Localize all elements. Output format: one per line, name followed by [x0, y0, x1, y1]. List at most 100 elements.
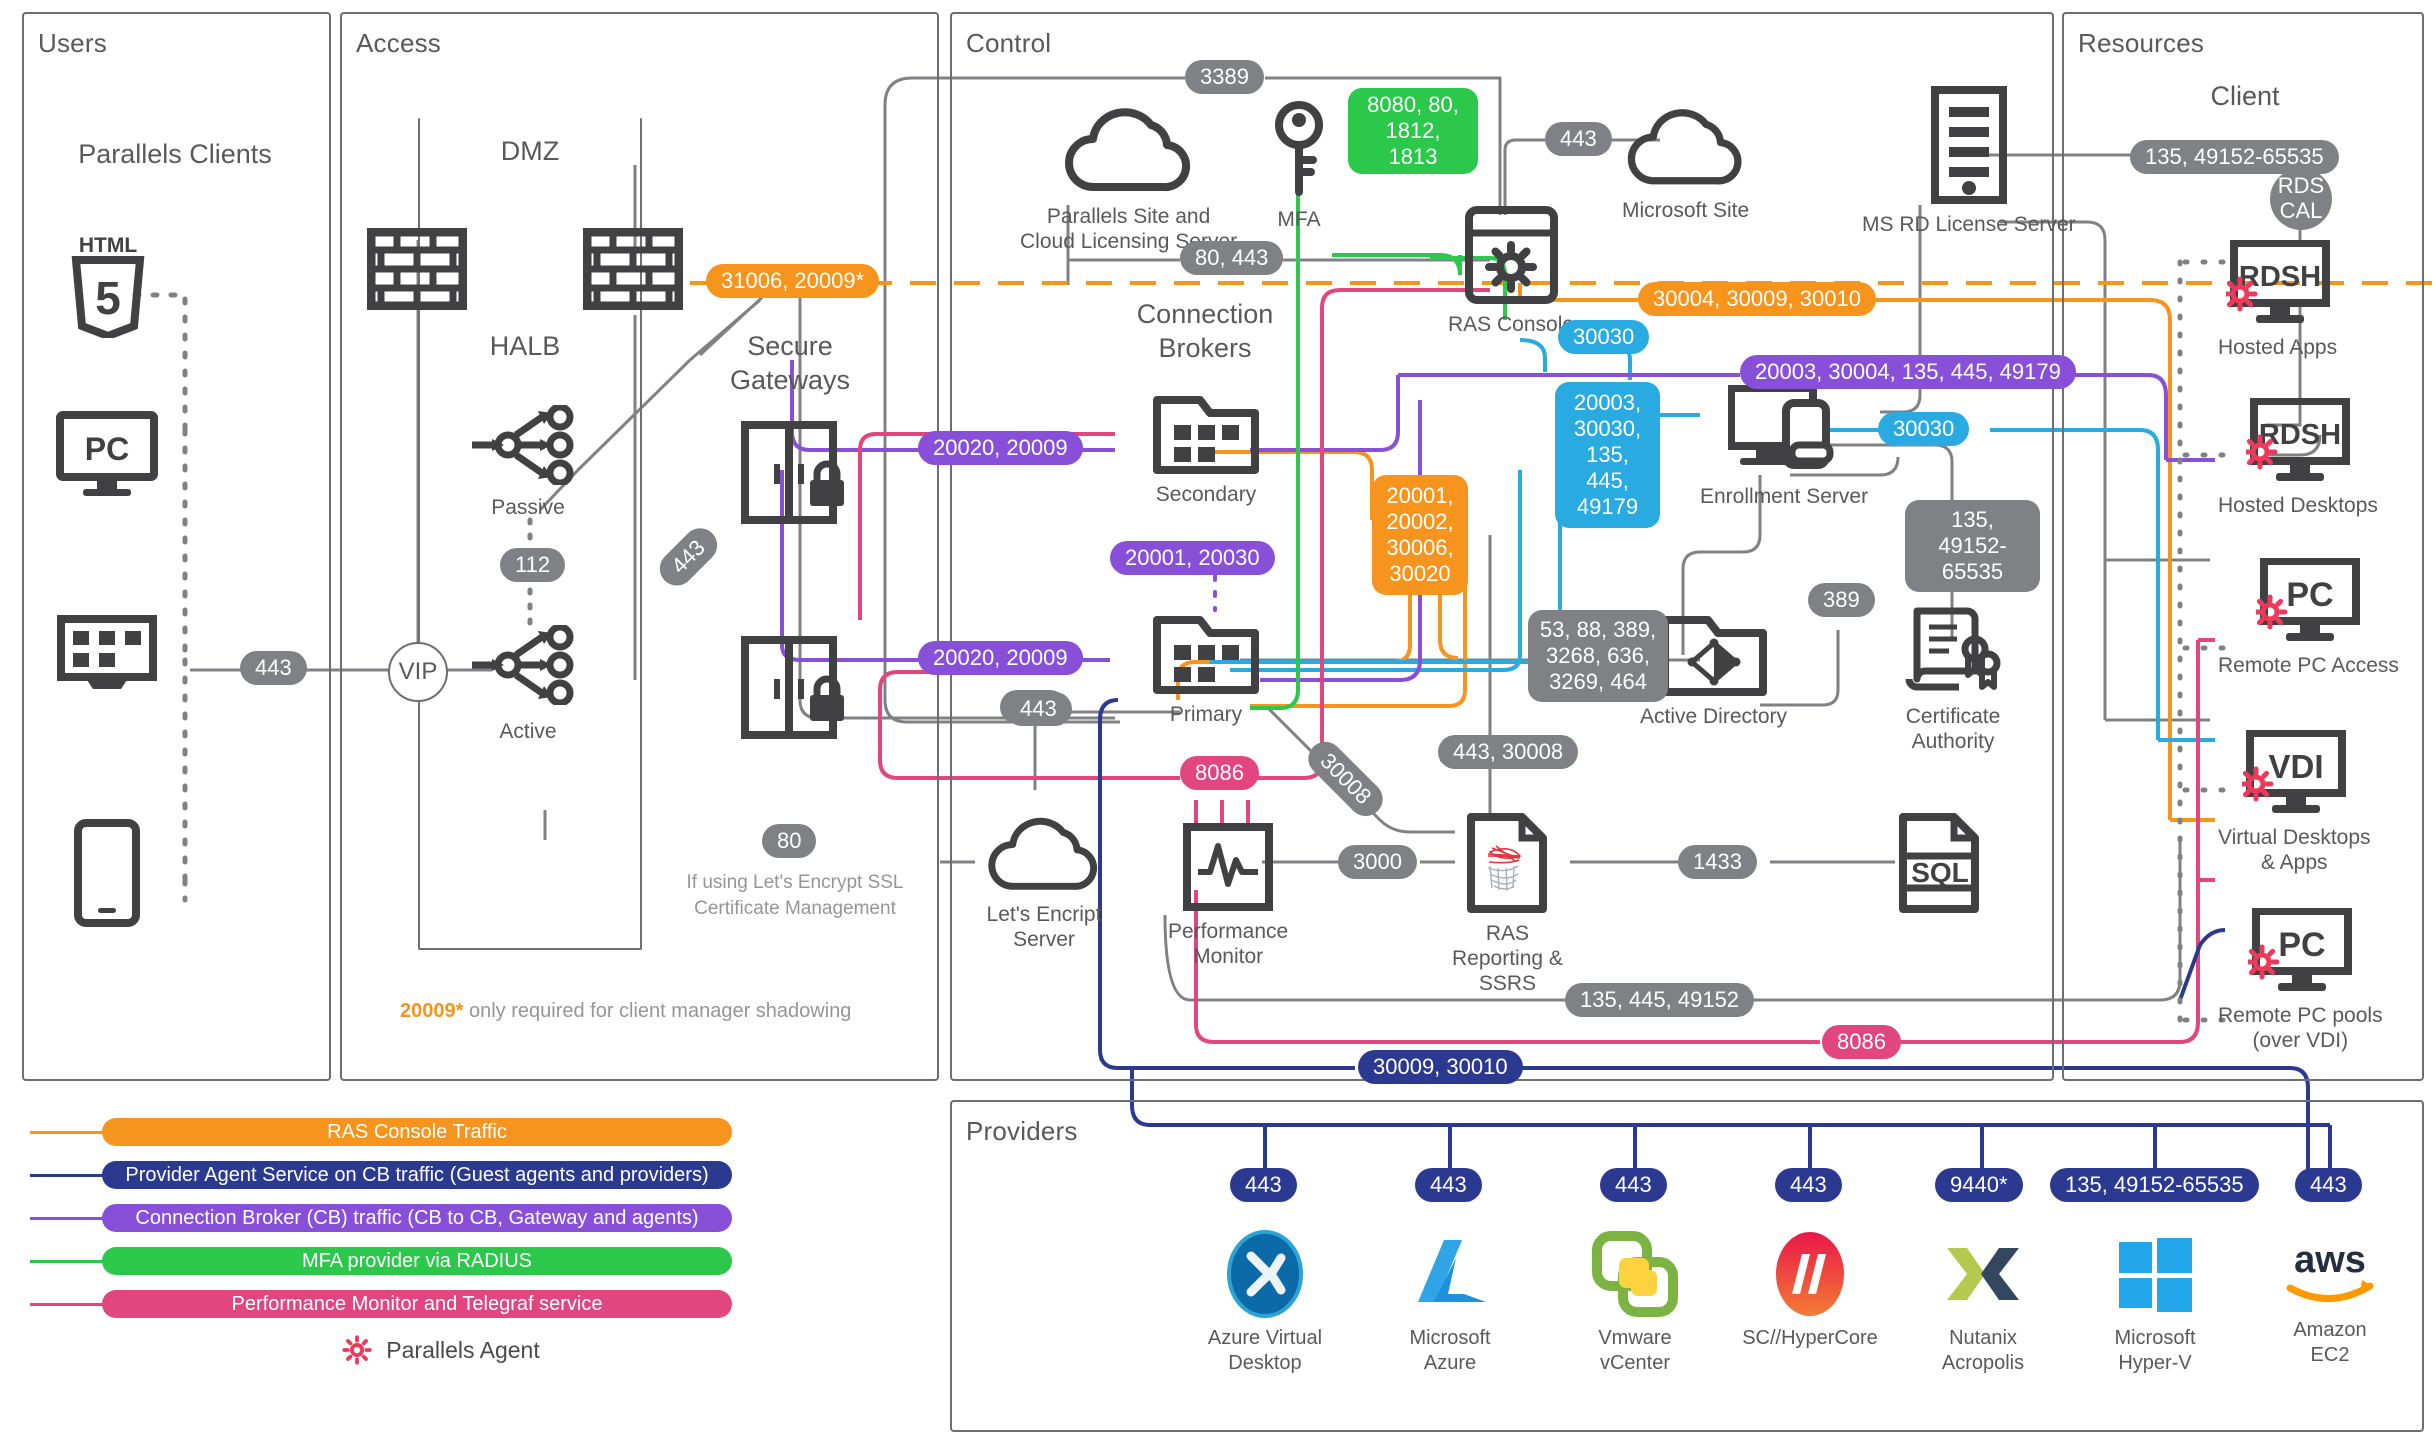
port-provider-2: 443: [1600, 1168, 1667, 1202]
firewall-2: [583, 228, 683, 310]
zone-access-title: Access: [356, 28, 442, 58]
provider-label: Microsoft Azure: [1409, 1327, 1491, 1374]
port-console-30030: 30030: [1558, 320, 1650, 354]
remote-pc-pools-node: PC Remote PC pools (over VDI): [2218, 908, 2383, 1053]
provider-label: Azure Virtual Desktop: [1207, 1327, 1323, 1374]
port-console-30004: 30004, 30009, 30010: [1638, 282, 1876, 316]
port-bottom-135-445: 135, 445, 49152: [1565, 983, 1755, 1017]
remote-pc-access-label: Remote PC Access: [2218, 654, 2399, 677]
key-icon: [1275, 101, 1323, 196]
rds-cal-badge: RDS CAL: [2270, 168, 2332, 230]
cloud-icon: [988, 817, 1098, 890]
halb-label: HALB: [489, 331, 561, 361]
zone-providers-title: Providers: [966, 1116, 1078, 1146]
remote-pc-pools-label: Remote PC pools (over VDI): [2218, 1004, 2383, 1053]
port-provider-1: 443: [1415, 1168, 1482, 1202]
ras-console-label: RAS Console: [1448, 313, 1575, 336]
virtual-desktops-node: VDI Virtual Desktops & Apps: [2218, 730, 2371, 875]
provider-azure-virtual-desktop: Azure Virtual Desktop: [1190, 1228, 1340, 1376]
html5-client: HTML 5: [62, 228, 154, 338]
sql-file-icon: SQL: [1899, 813, 1979, 913]
firewall-1: [367, 228, 467, 310]
gateway-lock-icon: [741, 636, 844, 739]
svg-text:PC: PC: [2287, 576, 2334, 614]
port-sql-1433: 1433: [1678, 845, 1757, 879]
broker-secondary: Secondary: [1152, 395, 1260, 507]
port-fw-31006: 31006, 20009*: [706, 264, 880, 298]
enrollment-server-icon: [1728, 385, 1834, 469]
load-balancer-icon: [472, 405, 574, 485]
port-cb-20001-20030: 20001, 20030: [1110, 541, 1275, 575]
legend-row: Connection Broker (CB) traffic (CB to CB…: [30, 1204, 850, 1232]
port-mssite-443: 443: [1545, 122, 1612, 156]
port-le-443: 443: [1005, 692, 1072, 726]
broker-folder-icon: [1153, 396, 1259, 474]
legend-row: MFA provider via RADIUS: [30, 1247, 850, 1275]
port-ad-389: 389: [1808, 583, 1875, 617]
vip-node: VIP: [388, 642, 448, 702]
microsoft-site-node: Microsoft Site: [1622, 105, 1749, 223]
virtual-desktops-label: Virtual Desktops & Apps: [2218, 826, 2371, 875]
active-label: Active: [499, 720, 557, 743]
port-pm-3000: 3000: [1338, 845, 1417, 879]
enrollment-server-label: Enrollment Server: [1700, 485, 1869, 508]
broker-secondary-label: Secondary: [1155, 483, 1257, 506]
halb-passive-caption: Passive: [478, 488, 578, 520]
legend-row: RAS Console Traffic: [30, 1118, 850, 1146]
apps-grid-icon: [57, 615, 157, 689]
certificate-icon: [1905, 607, 2001, 691]
secure-gateways-label: Secure Gateways: [729, 331, 851, 395]
pc-client: PC: [55, 410, 159, 498]
svg-text:aws: aws: [2294, 1239, 2366, 1281]
lets-encrypt-note: If using Let's Encrypt SSL Certificate M…: [686, 872, 904, 919]
provider-sc-hypercore: SC//HyperCore: [1735, 1228, 1885, 1351]
halb-passive: [468, 405, 588, 485]
port-pm-8086: 8086: [1180, 756, 1259, 790]
ms-rd-license-label: MS RD License Server: [1862, 213, 2076, 236]
nutanix-icon: [1947, 1248, 2019, 1300]
apps-client: [55, 613, 159, 693]
footnote: 20009* only required for client manager …: [400, 1000, 851, 1023]
parallels-clients-label: Parallels Clients: [78, 139, 272, 169]
port-provider-0: 443: [1230, 1168, 1297, 1202]
port-ca-135: 135, 49152-65535: [1905, 500, 2040, 592]
port-mfa-8080: 8080, 80, 1812, 1813: [1348, 88, 1478, 174]
parallels-agent-icon: [2248, 944, 2280, 980]
azure-icon: [1418, 1240, 1486, 1302]
zone-users-title: Users: [38, 28, 107, 58]
parallels-agent-icon: [2245, 434, 2278, 470]
ras-console-node: RAS Console: [1448, 205, 1574, 337]
port-bottom-30009: 30009, 30010: [1358, 1050, 1523, 1084]
rdsh-monitor-icon: RDSH: [2245, 398, 2350, 481]
svg-text:RDSH: RDSH: [2259, 419, 2341, 451]
hosted-desktops-node: RDSH Hosted Desktops: [2218, 398, 2378, 518]
legend: RAS Console Traffic Provider Agent Servi…: [30, 1118, 850, 1367]
gateway-lock-icon: [741, 421, 844, 524]
vip-label: VIP: [398, 658, 438, 685]
diagram-canvas: Users Access Control Resources Providers…: [0, 0, 2436, 1447]
provider-microsoft-hyperv: Microsoft Hyper-V: [2080, 1228, 2230, 1376]
legend-label: MFA provider via RADIUS: [102, 1247, 732, 1275]
html5-icon: HTML 5: [71, 234, 145, 338]
legend-label: Performance Monitor and Telegraf service: [102, 1290, 732, 1318]
svg-text:SQL: SQL: [1911, 857, 1969, 888]
ras-reporting-node: RAS Reporting & SSRS: [1452, 812, 1563, 997]
port-orange-multi: 20001, 20002, 30006, 30020: [1372, 475, 1468, 595]
port-bottom-8086: 8086: [1822, 1025, 1901, 1059]
parallels-agent-icon: [2256, 594, 2288, 630]
port-provider-5: 135, 49152-65535: [2050, 1168, 2259, 1202]
lets-encrypt-node: Let's Encript Server: [985, 815, 1103, 952]
broker-primary-label: Primary: [1169, 703, 1243, 726]
hosted-apps-label: Hosted Apps: [2218, 336, 2338, 359]
ras-reporting-label: RAS Reporting & SSRS: [1452, 922, 1563, 996]
legend-label: Provider Agent Service on CB traffic (Gu…: [102, 1161, 732, 1189]
broker-primary: Primary: [1152, 615, 1260, 727]
zone-control-title: Control: [966, 28, 1052, 58]
avd-icon: [1227, 1230, 1303, 1318]
port-es-blue-multi: 20003, 30030, 135, 445, 49179: [1555, 382, 1660, 528]
firewall-icon: [367, 228, 467, 310]
halb-active: [468, 625, 588, 705]
active-directory-icon: [1660, 616, 1767, 696]
lets-encrypt-label: Let's Encript Server: [986, 903, 1102, 952]
pc-monitor-icon: PC: [2248, 908, 2353, 991]
